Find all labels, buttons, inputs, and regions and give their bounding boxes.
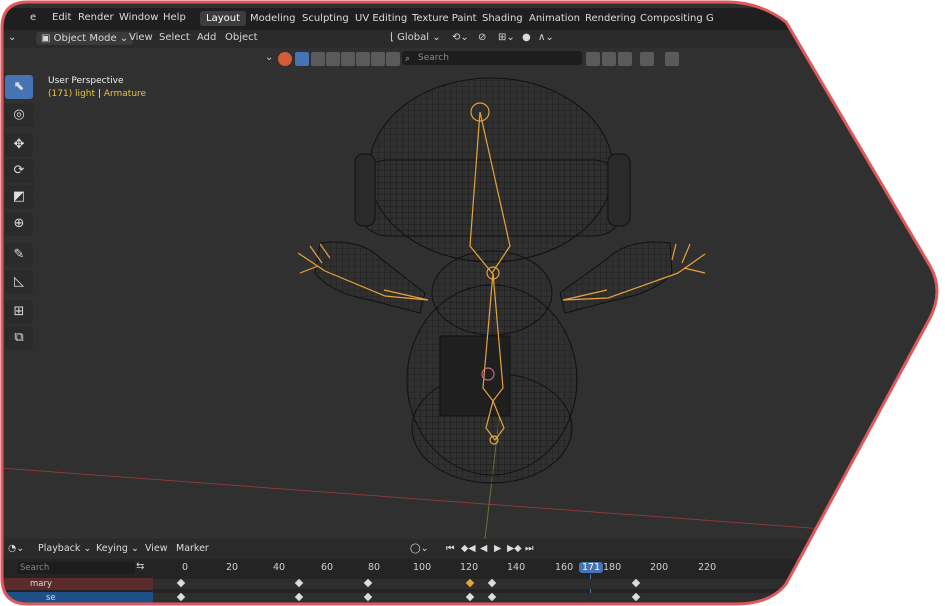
orientation-dropdown[interactable]: ⌊ Global ⌄	[390, 32, 441, 43]
play-icon[interactable]: ▶	[494, 543, 501, 554]
menu-marker[interactable]: Marker	[176, 543, 209, 554]
tab-animation[interactable]: Animation	[523, 11, 586, 26]
menu-timeline-view[interactable]: View	[145, 543, 168, 554]
empty-filter-icon[interactable]	[341, 52, 355, 66]
shield-icon[interactable]	[665, 52, 679, 66]
left-ear-mesh	[355, 154, 375, 226]
frame-label: 80	[368, 562, 381, 573]
frame-label: 40	[273, 562, 286, 573]
snap-icon[interactable]: ⊘	[478, 32, 486, 43]
menu-edit[interactable]: Edit	[52, 12, 71, 23]
clock-icon[interactable]: ◔⌄	[8, 543, 24, 554]
timeline-search-placeholder: Search	[20, 563, 50, 573]
chevron-down-icon: ⌄	[432, 32, 441, 43]
mode-dropdown[interactable]: ▣ Object Mode ⌄	[36, 32, 133, 45]
gizmo-color-icon[interactable]	[278, 52, 292, 66]
frame-label: 20	[226, 562, 239, 573]
tab-shading[interactable]: Shading	[476, 11, 529, 26]
mesh-filter-icon[interactable]	[311, 52, 325, 66]
viewport-header: ⌄ ▣ Object Mode ⌄ View Select Add Object…	[0, 30, 945, 48]
visor-mesh	[355, 160, 627, 236]
channel-label: mary	[30, 579, 53, 589]
swap-icon[interactable]: ⇆	[136, 561, 144, 572]
tab-layout[interactable]: Layout	[200, 11, 246, 26]
camera-filter-icon[interactable]	[371, 52, 385, 66]
editor-type-icon[interactable]: ⌄	[8, 32, 16, 43]
bookmark-icon[interactable]	[602, 52, 616, 66]
keying-label: Keying	[96, 543, 128, 554]
menu-keying[interactable]: Keying ⌄	[96, 543, 139, 554]
frame-label: 100	[413, 562, 432, 573]
play-reverse-icon[interactable]: ◀	[480, 543, 487, 554]
chevron-down-icon[interactable]: ⌄	[265, 52, 279, 66]
timeline-header: ◔⌄ Playback ⌄ Keying ⌄ View Marker ◯⌄ ⏮ …	[0, 539, 945, 559]
playback-label: Playback	[38, 543, 81, 554]
frame-label: 200	[650, 562, 669, 573]
view-options-icon[interactable]	[618, 52, 632, 66]
menu-select[interactable]: Select	[159, 32, 190, 43]
mode-label: Object Mode	[53, 33, 117, 44]
proportional-edit-icon[interactable]: ●	[522, 32, 531, 43]
other-filter-icon[interactable]	[386, 52, 400, 66]
viewport-canvas[interactable]	[0, 68, 945, 539]
falloff-icon[interactable]: ∧⌄	[538, 32, 554, 43]
right-ear-mesh	[608, 154, 630, 226]
prev-keyframe-icon[interactable]: ◆◀	[461, 543, 476, 554]
current-frame-indicator[interactable]: 171	[579, 562, 603, 573]
top-menu-bar: e Edit Render Window Help Layout Modelin…	[0, 8, 945, 30]
jump-end-icon[interactable]: ⏭	[525, 543, 534, 554]
tab-sculpting[interactable]: Sculpting	[296, 11, 355, 26]
frame-label: 60	[321, 562, 334, 573]
snap-target-icon[interactable]: ⊞⌄	[498, 32, 515, 43]
search-icon: ⌕	[405, 54, 411, 64]
object-mode-icon: ▣	[41, 33, 51, 44]
menu-object[interactable]: Object	[225, 32, 258, 43]
armature-filter-icon[interactable]	[326, 52, 340, 66]
blender-window: e Edit Render Window Help Layout Modelin…	[0, 0, 945, 606]
viewport-search-input[interactable]: Search	[402, 51, 582, 65]
menu-view[interactable]: View	[129, 32, 153, 43]
object-track[interactable]	[153, 593, 945, 603]
frame-label: 160	[555, 562, 574, 573]
pivot-icon[interactable]: ⟲⌄	[452, 32, 469, 43]
tab-geometry-nodes[interactable]: G	[700, 11, 720, 26]
timeline-search-input[interactable]: Search	[18, 562, 135, 574]
right-arm-mesh	[560, 242, 672, 313]
right-hand-bones	[672, 244, 705, 273]
menu-add[interactable]: Add	[197, 32, 216, 43]
orientation-label: Global	[397, 32, 429, 43]
menu-render[interactable]: Render	[78, 12, 114, 23]
tab-rendering[interactable]: Rendering	[579, 11, 642, 26]
search-placeholder: Search	[418, 53, 449, 63]
tab-modeling[interactable]: Modeling	[244, 11, 302, 26]
channel-label: se	[46, 593, 56, 603]
app-frame: e Edit Render Window Help Layout Modelin…	[0, 0, 945, 606]
summary-track[interactable]	[153, 579, 945, 589]
menu-help[interactable]: Help	[163, 12, 186, 23]
frame-label: 0	[182, 562, 189, 573]
object-channel[interactable]: se	[0, 592, 153, 604]
tab-uv-editing[interactable]: UV Editing	[349, 11, 413, 26]
frame-label: 120	[460, 562, 479, 573]
tab-compositing[interactable]: Compositing	[634, 11, 709, 26]
record-icon[interactable]: ◯⌄	[410, 543, 429, 554]
filter-icon[interactable]	[640, 52, 654, 66]
light-filter-icon[interactable]	[356, 52, 370, 66]
next-keyframe-icon[interactable]: ▶◆	[507, 543, 522, 554]
jump-start-icon[interactable]: ⏮	[446, 543, 455, 554]
tab-texture-paint[interactable]: Texture Paint	[406, 11, 483, 26]
frame-label: 220	[698, 562, 717, 573]
summary-channel[interactable]: mary	[0, 578, 153, 590]
select-all-icon[interactable]	[295, 52, 309, 66]
frame-label: 180	[603, 562, 622, 573]
chevron-down-icon: ⌄	[119, 33, 129, 44]
overlays-icon[interactable]	[586, 52, 600, 66]
menu-file[interactable]: e	[30, 12, 36, 23]
left-arm-mesh	[315, 242, 425, 313]
frame-label: 140	[507, 562, 526, 573]
menu-playback[interactable]: Playback ⌄	[38, 543, 91, 554]
transform-orientation-icon: ⌊	[390, 32, 394, 43]
menu-window[interactable]: Window	[119, 12, 158, 23]
